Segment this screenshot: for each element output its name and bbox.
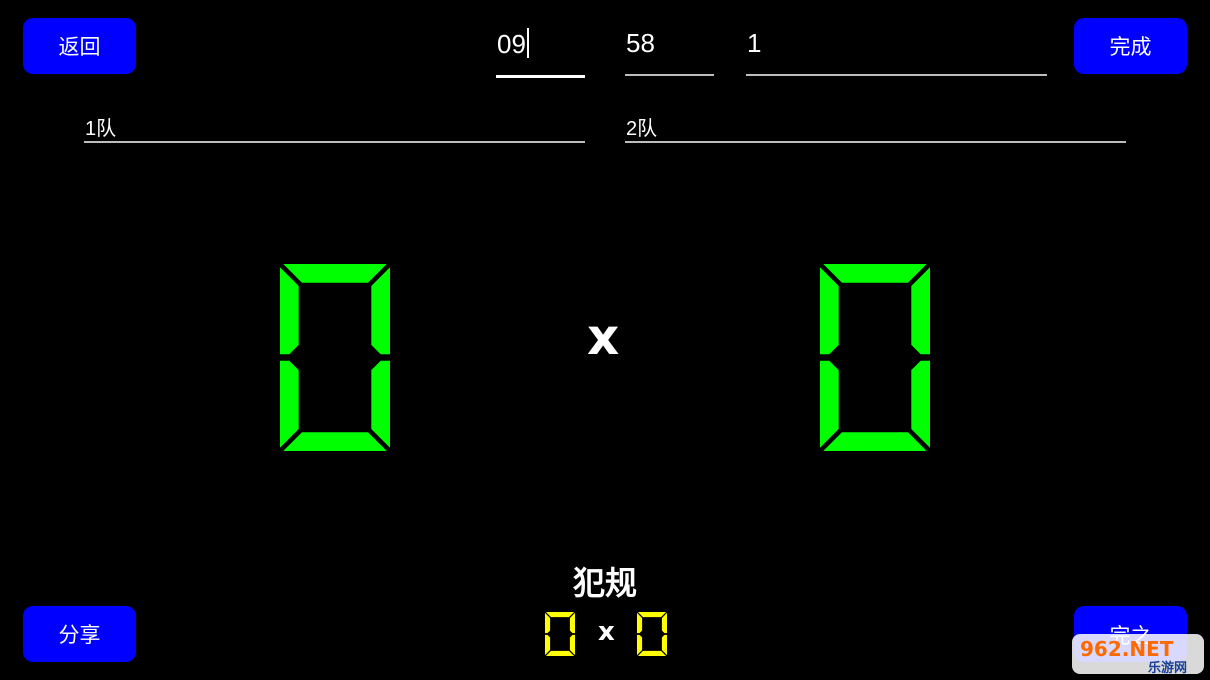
segment-e [820,360,839,448]
segment-b [661,612,667,634]
segment-a [283,264,387,283]
segment-a [823,264,927,283]
watermark-graphic: 962.NET 乐游网 [1072,634,1204,676]
watermark-line2: 乐游网 [1148,660,1187,676]
team2-name-input[interactable]: 2队 [625,112,1126,143]
watermark-line1: 962.NET [1080,637,1174,661]
segment-b [569,612,575,634]
done-button[interactable]: 完成 [1074,18,1187,74]
share-button[interactable]: 分享 [23,606,136,662]
segment-e [545,634,551,656]
segment-b [911,267,930,355]
minutes-value: 09 [497,29,526,59]
team1-name-input[interactable]: 1队 [84,112,585,143]
foul-separator: x [598,617,615,647]
back-button[interactable]: 返回 [23,18,136,74]
team1-name: 1队 [85,118,117,140]
segment-c [569,634,575,656]
segment-c [911,360,930,448]
segment-f [280,267,299,355]
period-input[interactable]: 1 [746,28,1047,76]
score-separator: x [587,308,620,366]
fouls-title: 犯规 [572,564,637,602]
segment-d [637,650,667,656]
team2-foul-digit[interactable] [637,612,667,656]
segment-f [637,612,643,634]
team1-score-digit[interactable] [280,264,390,451]
segment-b [371,267,390,355]
segment-a [637,612,667,618]
segment-d [545,650,575,656]
text-caret [526,28,529,58]
team2-score-digit[interactable] [820,264,930,451]
segment-f [820,267,839,355]
period-value: 1 [747,28,762,58]
seconds-input[interactable]: 58 [625,28,714,76]
segment-c [371,360,390,448]
minutes-input[interactable]: 09 [496,28,585,78]
segment-e [280,360,299,448]
segment-c [661,634,667,656]
site-watermark-logo: 962.NET 乐游网 [1068,628,1208,680]
segment-d [283,432,387,451]
segment-a [545,612,575,618]
segment-f [545,612,551,634]
seconds-value: 58 [626,28,655,58]
segment-d [823,432,927,451]
team2-name: 2队 [626,118,658,140]
segment-e [637,634,643,656]
team1-foul-digit[interactable] [545,612,575,656]
